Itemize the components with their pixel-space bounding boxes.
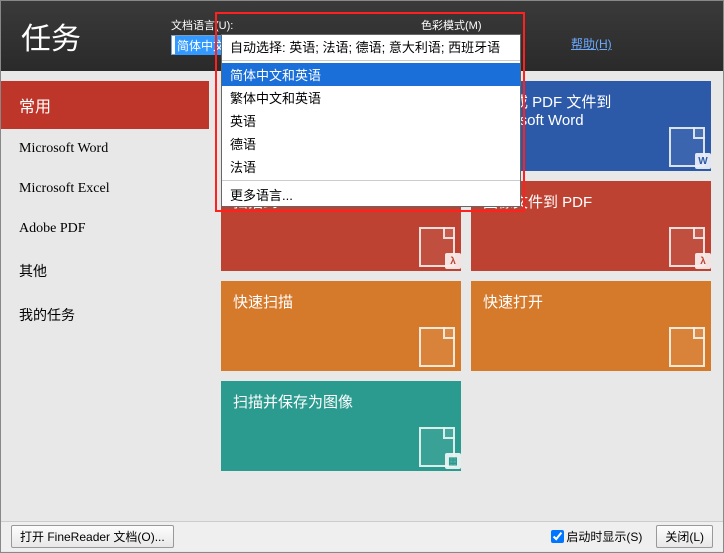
tile-label: 快速打开 xyxy=(483,291,699,312)
dropdown-option[interactable]: 德语 xyxy=(222,132,520,155)
document-icon: λ xyxy=(669,227,705,267)
document-icon: ▦ xyxy=(419,427,455,467)
tile-label: 扫描并保存为图像 xyxy=(233,391,449,412)
startup-checkbox[interactable] xyxy=(551,530,564,543)
doc-language-dropdown[interactable]: 自动选择: 英语; 法语; 德语; 意大利语; 西班牙语 简体中文和英语 繁体中… xyxy=(221,34,521,207)
task-tile[interactable]: 快速扫描 xyxy=(221,281,461,371)
task-tile[interactable]: 扫描并保存为图像 ▦ xyxy=(221,381,461,471)
footer: 打开 FineReader 文档(O)... 启动时显示(S) 关闭(L) xyxy=(1,521,723,551)
sidebar-item-pdf[interactable]: Adobe PDF xyxy=(1,209,209,249)
open-document-button[interactable]: 打开 FineReader 文档(O)... xyxy=(11,525,174,548)
sidebar-item-mytasks[interactable]: 我的任务 xyxy=(1,293,209,337)
dropdown-option-auto[interactable]: 自动选择: 英语; 法语; 德语; 意大利语; 西班牙语 xyxy=(222,35,520,58)
sidebar-item-word[interactable]: Microsoft Word xyxy=(1,129,209,169)
sidebar-item-other[interactable]: 其他 xyxy=(1,249,209,293)
document-icon: W xyxy=(669,127,705,167)
sidebar: 常用 Microsoft Word Microsoft Excel Adobe … xyxy=(1,71,209,521)
close-button[interactable]: 关闭(L) xyxy=(656,525,713,548)
help-link[interactable]: 帮助(H) xyxy=(571,35,612,52)
sidebar-item-common[interactable]: 常用 xyxy=(1,81,209,129)
document-icon: λ xyxy=(419,227,455,267)
dropdown-option-more[interactable]: 更多语言... xyxy=(222,183,520,206)
document-icon xyxy=(419,327,455,367)
separator xyxy=(222,60,520,61)
tile-label: 快速扫描 xyxy=(233,291,449,312)
document-icon xyxy=(669,327,705,367)
color-mode-label: 色彩模式(M) xyxy=(421,17,521,33)
dropdown-option[interactable]: 英语 xyxy=(222,109,520,132)
startup-label-text: 启动时显示(S) xyxy=(566,528,642,545)
dropdown-option[interactable]: 法语 xyxy=(222,155,520,178)
task-tile[interactable]: 快速打开 xyxy=(471,281,711,371)
dropdown-option[interactable]: 简体中文和英语 xyxy=(222,63,520,86)
separator xyxy=(222,180,520,181)
doc-language-label: 文档语言(U): xyxy=(171,17,381,33)
dropdown-option[interactable]: 繁体中文和英语 xyxy=(222,86,520,109)
page-title: 任务 xyxy=(21,14,81,58)
startup-checkbox-label[interactable]: 启动时显示(S) xyxy=(551,528,642,545)
sidebar-item-excel[interactable]: Microsoft Excel xyxy=(1,169,209,209)
